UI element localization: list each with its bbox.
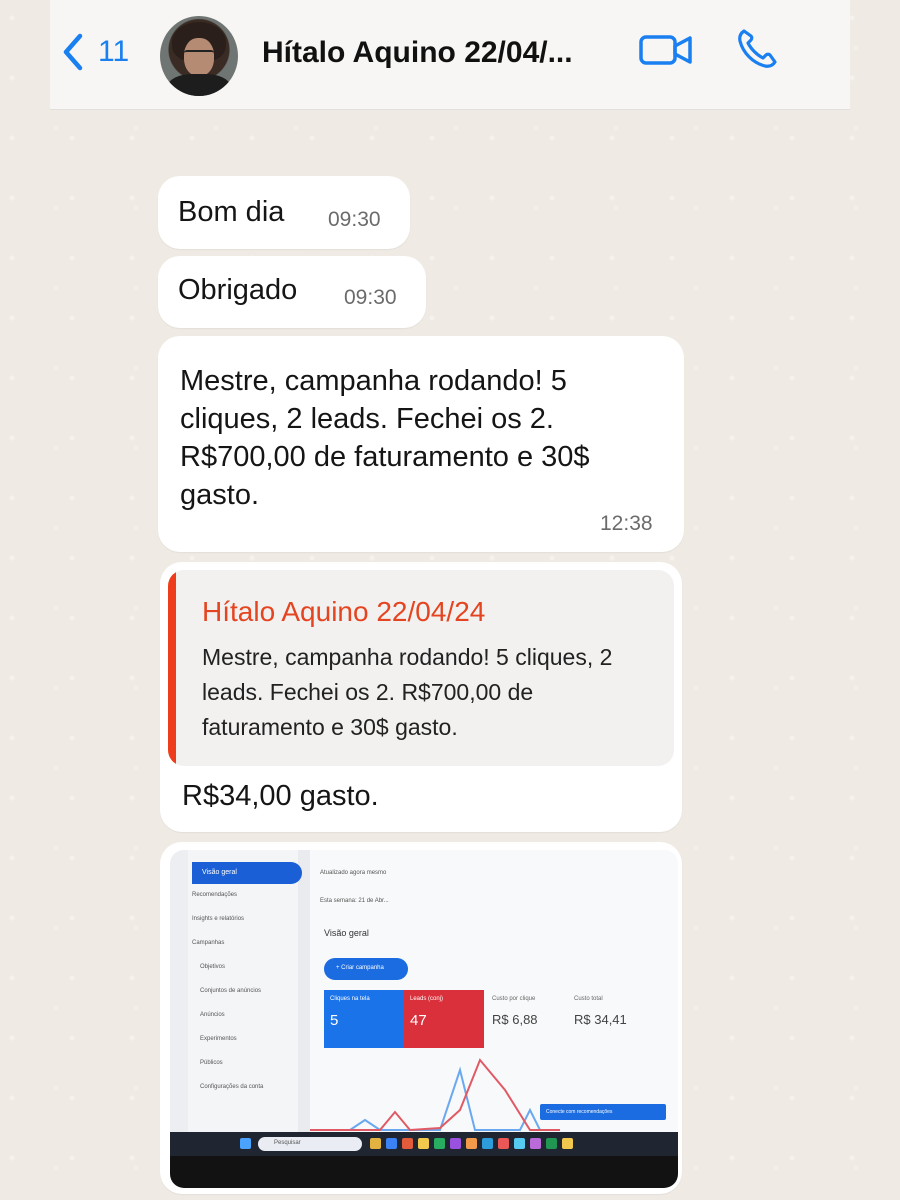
page-title: Visão geral (324, 928, 369, 938)
taskbar-search: Pesquisar (258, 1137, 362, 1151)
app-icon (466, 1138, 477, 1149)
metric-card: Custo por clique R$ 6,88 (492, 996, 538, 1027)
nav-item: Configurações da conta (200, 1084, 264, 1090)
nav-item: Campanhas (192, 940, 225, 946)
app-icon (482, 1138, 493, 1149)
nav-item: Conjuntos de anúncios (200, 988, 262, 994)
app-icon (530, 1138, 541, 1149)
windows-taskbar: Pesquisar (170, 1132, 678, 1156)
contact-name[interactable]: Hítalo Aquino 22/04/... (262, 36, 607, 70)
video-call-icon[interactable] (638, 30, 694, 70)
app-icon (370, 1138, 381, 1149)
avatar[interactable] (160, 16, 238, 96)
message-time: 09:30 (344, 286, 397, 309)
create-campaign-button: + Criar campanha (324, 958, 408, 980)
message-bubble[interactable]: Bom dia 09:30 (158, 176, 410, 249)
date-range: Esta semana: 21 de Abr... (320, 898, 389, 904)
nav-item: Anúncios (200, 1012, 225, 1018)
nav-item: Experimentos (200, 1036, 237, 1042)
message-time: 12:38 (600, 512, 653, 535)
ads-sidebar: Visão geral Recomendações Insights e rel… (170, 850, 302, 1132)
message-text: Mestre, campanha rodando! 5 cliques, 2 l… (180, 365, 590, 511)
message-text: Obrigado (178, 274, 298, 306)
message-time: 09:30 (328, 208, 381, 231)
metric-card: Leads (conj) 47 (404, 990, 484, 1048)
nav-item: Recomendações (192, 892, 238, 898)
message-text: Bom dia (178, 196, 285, 228)
reply-message-bubble[interactable]: Hítalo Aquino 22/04/24 Mestre, campanha … (160, 562, 682, 832)
monitor-bezel (170, 1156, 678, 1188)
windows-start-icon (240, 1138, 251, 1149)
app-icon (546, 1138, 557, 1149)
chat-header: 11 Hítalo Aquino 22/04/... (50, 0, 850, 110)
chevron-left-icon (63, 33, 83, 71)
app-icon (562, 1138, 573, 1149)
app-icon (402, 1138, 413, 1149)
app-icon (434, 1138, 445, 1149)
nav-item: Públicos (200, 1060, 223, 1066)
back-button[interactable]: 11 (60, 30, 129, 74)
app-icon (498, 1138, 509, 1149)
message-bubble[interactable]: Obrigado 09:30 (158, 256, 426, 328)
screenshot-photo[interactable]: Visão geral Recomendações Insights e rel… (170, 850, 678, 1188)
recommendation-toast: Conecte com recomendações (540, 1104, 666, 1120)
metric-card: Custo total R$ 34,41 (574, 996, 627, 1027)
nav-item: Visão geral (192, 862, 302, 884)
app-icon (514, 1138, 525, 1149)
update-selector: Atualizado agora mesmo (320, 870, 387, 876)
quoted-message[interactable]: Hítalo Aquino 22/04/24 Mestre, campanha … (168, 570, 674, 766)
metric-card: Cliques na tela 5 (324, 990, 404, 1048)
unread-count: 11 (98, 35, 130, 68)
nav-item: Objetivos (200, 964, 226, 970)
phone-call-icon[interactable] (734, 26, 780, 72)
app-icon (450, 1138, 461, 1149)
quoted-author: Hítalo Aquino 22/04/24 (202, 596, 486, 627)
app-icon (418, 1138, 429, 1149)
image-message-bubble[interactable]: Visão geral Recomendações Insights e rel… (160, 842, 682, 1194)
nav-item: Insights e relatórios (192, 916, 245, 922)
message-bubble[interactable]: Mestre, campanha rodando! 5 cliques, 2 l… (158, 336, 684, 552)
message-text: R$34,00 gasto. (182, 780, 379, 812)
app-icon (386, 1138, 397, 1149)
quote-accent-bar (168, 570, 176, 766)
quoted-text: Mestre, campanha rodando! 5 cliques, 2 l… (202, 644, 613, 740)
